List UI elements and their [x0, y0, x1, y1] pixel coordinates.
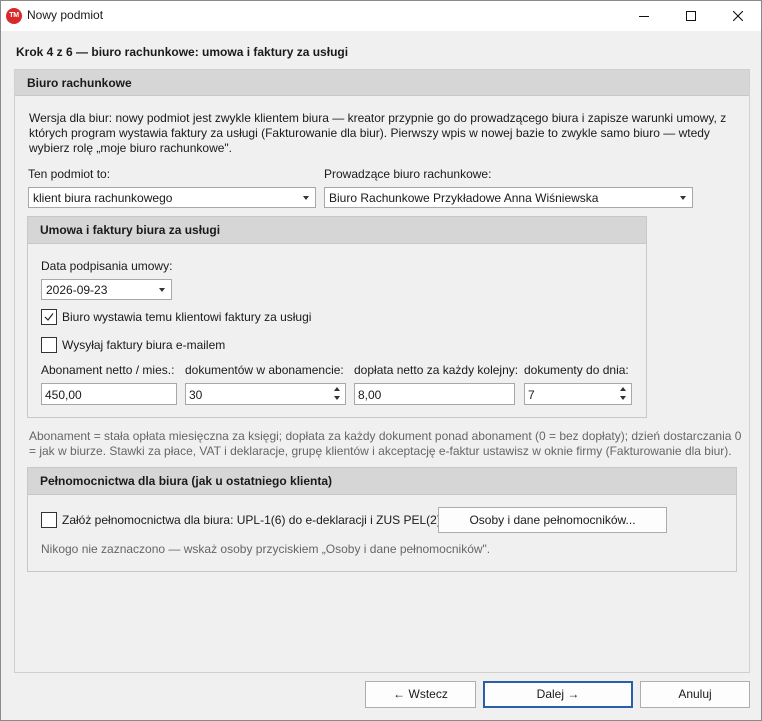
office-select[interactable]: Biuro Rachunkowe Przykładowe Anna Wiśnie… — [324, 187, 693, 208]
minimize-icon — [639, 16, 649, 17]
minimize-button[interactable] — [621, 1, 667, 31]
fee-hint: Abonament = stała opłata miesięczna za k… — [29, 429, 742, 458]
docs-value: 30 — [189, 388, 203, 402]
poa-section-header: Pełnomocnictwa dla biura (jak u ostatnie… — [28, 468, 736, 495]
create-poa-checkbox[interactable] — [41, 512, 57, 528]
contract-panel: Umowa i faktury biura za usługi Data pod… — [27, 216, 647, 418]
create-poa-label: Załóż pełnomocnictwa dla biura: UPL-1(6)… — [62, 513, 441, 527]
dialog-window: TM Nowy podmiot Krok 4 z 6 — biuro rachu… — [0, 0, 762, 721]
issue-invoices-checkbox[interactable] — [41, 309, 57, 325]
window-title: Nowy podmiot — [27, 8, 104, 22]
close-button[interactable] — [715, 1, 761, 31]
spin-up-icon — [620, 387, 626, 391]
step-title: Krok 4 z 6 — biuro rachunkowe: umowa i f… — [16, 45, 349, 59]
extra-fee-value: 8,00 — [358, 388, 382, 402]
checkmark-icon — [44, 313, 54, 321]
office-label: Prowadzące biuro rachunkowe: — [324, 167, 492, 181]
spin-down-icon — [334, 396, 340, 400]
contract-date-label: Data podpisania umowy: — [41, 259, 173, 273]
contract-date-picker[interactable]: 2026-09-23 — [41, 279, 172, 300]
role-select[interactable]: klient biura rachunkowego — [28, 187, 316, 208]
spin-down-icon — [620, 396, 626, 400]
spin-buttons[interactable] — [617, 386, 629, 402]
deadline-label: dokumenty do dnia: — [524, 363, 629, 377]
extra-fee-input[interactable]: 8,00 — [354, 383, 515, 405]
chevron-down-icon — [159, 288, 165, 292]
office-select-value: Biuro Rachunkowe Przykładowe Anna Wiśnie… — [329, 191, 599, 205]
docs-stepper[interactable]: 30 — [185, 383, 346, 405]
office-section-header: Biuro rachunkowe — [15, 70, 749, 96]
contract-section-header: Umowa i faktury biura za usługi — [28, 217, 646, 244]
spin-buttons[interactable] — [331, 386, 343, 402]
spin-up-icon — [334, 387, 340, 391]
fee-label: Abonament netto / mies.: — [41, 363, 175, 377]
chevron-down-icon — [680, 196, 686, 200]
contract-date-value: 2026-09-23 — [46, 283, 108, 297]
poa-panel: Pełnomocnictwa dla biura (jak u ostatnie… — [27, 467, 737, 572]
deadline-stepper[interactable]: 7 — [524, 383, 632, 405]
maximize-button[interactable] — [668, 1, 714, 31]
back-button[interactable]: ← Wstecz — [365, 681, 476, 708]
fee-input[interactable]: 450,00 — [41, 383, 177, 405]
poa-persons-button[interactable]: Osoby i dane pełnomocników... — [438, 507, 667, 533]
cancel-button[interactable]: Anuluj — [640, 681, 750, 708]
fee-value: 450,00 — [45, 388, 82, 402]
maximize-icon — [686, 11, 696, 21]
email-invoices-checkbox[interactable] — [41, 337, 57, 353]
role-select-value: klient biura rachunkowego — [33, 191, 173, 205]
app-logo-icon: TM — [6, 8, 22, 24]
title-bar: TM Nowy podmiot — [1, 1, 761, 31]
issue-invoices-label: Biuro wystawia temu klientowi faktury za… — [62, 310, 312, 324]
poa-hint: Nikogo nie zaznaczono — wskaż osoby przy… — [41, 542, 491, 556]
office-description: Wersja dla biur: nowy podmiot jest zwykl… — [29, 111, 727, 155]
chevron-down-icon — [303, 196, 309, 200]
deadline-value: 7 — [528, 388, 535, 402]
office-panel: Biuro rachunkowe Wersja dla biur: nowy p… — [14, 69, 750, 673]
next-button[interactable]: Dalej → — [483, 681, 633, 708]
extra-fee-label: dopłata netto za każdy kolejny: — [354, 363, 519, 377]
docs-label: dokumentów w abonamencie: — [185, 363, 344, 377]
close-icon — [733, 11, 743, 21]
role-label: Ten podmiot to: — [28, 167, 111, 181]
email-invoices-label: Wysyłaj faktury biura e-mailem — [62, 338, 226, 352]
